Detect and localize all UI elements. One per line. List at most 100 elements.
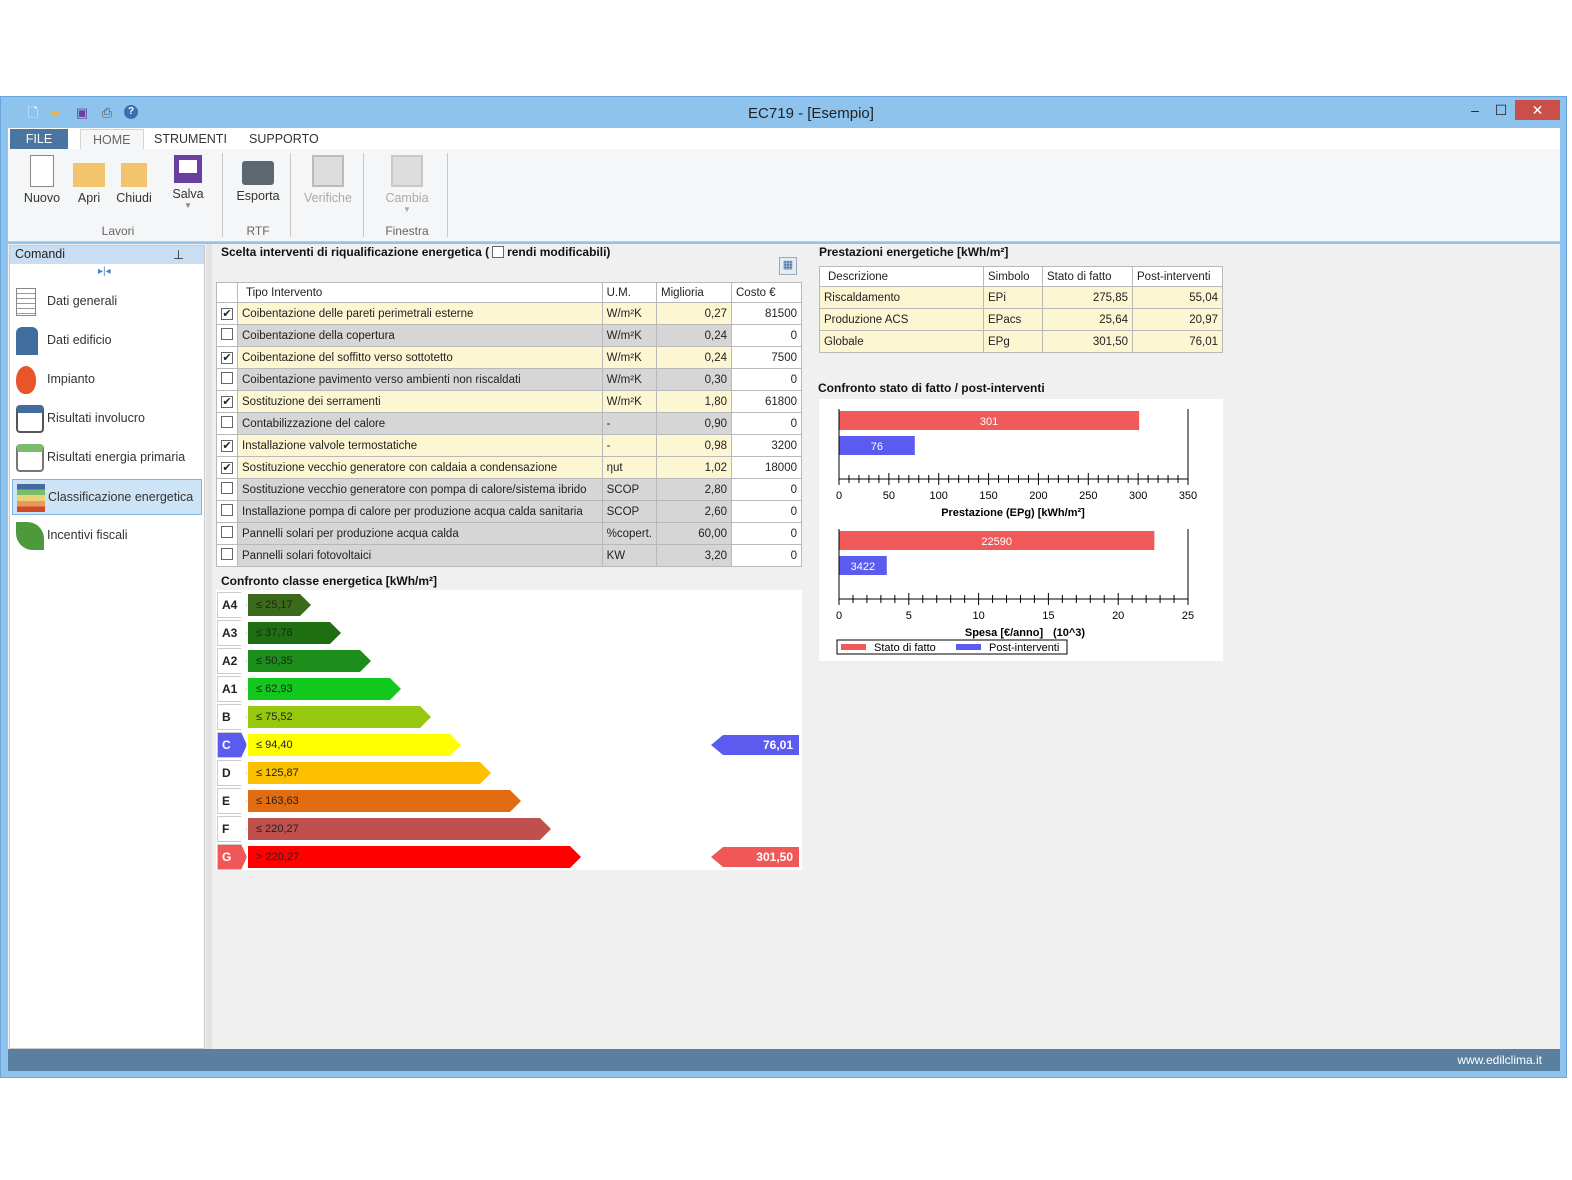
row-checkbox-cell[interactable]: ✔ [216,302,238,325]
row-checkbox-cell[interactable] [216,522,238,545]
table-row[interactable]: Coibentazione pavimento verso ambienti n… [216,368,802,391]
save-button[interactable]: Salva ▼ [168,155,208,210]
table-row[interactable]: ✔ Coibentazione delle pareti perimetrali… [216,302,802,325]
sidebar: Comandi ⊥ ▸|◂ Dati generali Dati edificio… [9,245,205,1049]
table-row[interactable]: ✔ Sostituzione vecchio generatore con ca… [216,456,802,479]
maximize-button[interactable]: ☐ [1489,100,1513,120]
row-checkbox-cell[interactable] [216,478,238,501]
table-row[interactable]: ✔ Installazione valvole termostatiche - … [216,434,802,457]
row-checkbox[interactable]: ✔ [221,395,233,408]
cell-costo[interactable]: 18000 [731,456,802,479]
cell-miglioria[interactable]: 0,90 [656,412,732,435]
row-checkbox[interactable] [221,548,233,560]
row-checkbox[interactable]: ✔ [221,439,233,452]
editable-checkbox[interactable] [492,246,505,258]
row-checkbox-cell[interactable]: ✔ [216,390,238,413]
sidebar-item-risultati-energia-primaria[interactable]: Risultati energia primaria [12,440,202,476]
document-icon [16,288,36,316]
row-checkbox[interactable] [221,504,233,516]
table-row[interactable]: Pannelli solari per produzione acqua cal… [216,522,802,545]
open-button[interactable]: Apri [72,155,106,205]
row-checkbox[interactable]: ✔ [221,351,233,364]
cell-costo[interactable]: 7500 [731,346,802,369]
table-row[interactable]: Coibentazione della copertura W/m²K 0,24… [216,324,802,347]
row-checkbox[interactable] [221,416,233,428]
sidebar-splitter[interactable] [206,244,212,1049]
row-checkbox[interactable] [221,482,233,494]
tab-strumenti[interactable]: STRUMENTI [142,129,239,149]
verifiche-button[interactable]: Verifiche [302,155,354,205]
cell-miglioria[interactable]: 60,00 [656,522,732,545]
row-checkbox[interactable]: ✔ [221,307,233,320]
cell-costo[interactable]: 0 [731,324,802,347]
calculator-icon[interactable]: ▦ [779,257,797,275]
pin-icon[interactable]: ⊥ [173,247,184,262]
cell-costo[interactable]: 0 [731,544,802,567]
row-checkbox-cell[interactable] [216,500,238,523]
sidebar-item-dati-generali[interactable]: Dati generali [12,284,202,320]
cell-costo[interactable]: 0 [731,522,802,545]
cell-miglioria[interactable]: 2,60 [656,500,732,523]
cell-costo[interactable]: 0 [731,478,802,501]
website-link[interactable]: www.edilclima.it [1457,1053,1542,1067]
collapse-icon[interactable]: ▸|◂ [98,266,111,277]
close-button[interactable]: ✕ [1515,100,1560,120]
tab-file[interactable]: FILE [10,129,68,149]
cambia-label: Cambia [385,191,429,205]
cell-miglioria[interactable]: 1,80 [656,390,732,413]
cell-costo[interactable]: 0 [731,412,802,435]
table-row[interactable]: ✔ Sostituzione dei serramenti W/m²K 1,80… [216,390,802,413]
row-checkbox[interactable] [221,372,233,384]
table-row[interactable]: ✔ Coibentazione del soffitto verso sotto… [216,346,802,369]
cell-miglioria[interactable]: 0,30 [656,368,732,391]
sidebar-item-classificazione-energetica[interactable]: Classificazione energetica [12,479,202,515]
cell-costo[interactable]: 0 [731,500,802,523]
cell-miglioria[interactable]: 3,20 [656,544,732,567]
sidebar-item-impianto[interactable]: Impianto [12,362,202,398]
table-row[interactable]: Pannelli solari fotovoltaici KW 3,20 0 [216,544,802,567]
row-checkbox-cell[interactable] [216,412,238,435]
new-button[interactable]: Nuovo [22,155,62,205]
row-checkbox[interactable]: ✔ [221,461,233,474]
cell-miglioria[interactable]: 0,24 [656,346,732,369]
table-row[interactable]: Installazione pompa di calore per produz… [216,500,802,523]
class-bar-a2: ≤ 50,35 [248,650,371,672]
table-row: Riscaldamento EPi 275,85 55,04 [819,286,1223,309]
energy-class-icon [17,484,45,512]
col-costo: Costo € [731,282,802,303]
sidebar-item-incentivi-fiscali[interactable]: Incentivi fiscali [12,518,202,554]
cell-costo[interactable]: 3200 [731,434,802,457]
row-checkbox[interactable] [221,328,233,340]
cell-tipo: Sostituzione vecchio generatore con cald… [237,456,603,479]
sidebar-item-risultati-involucro[interactable]: Risultati involucro [12,401,202,437]
tab-supporto[interactable]: SUPPORTO [237,129,331,149]
close-work-button[interactable]: Chiudi [114,155,154,205]
row-checkbox-cell[interactable]: ✔ [216,456,238,479]
row-checkbox-cell[interactable]: ✔ [216,346,238,369]
class-label-d: D [217,760,247,786]
row-checkbox[interactable] [221,526,233,538]
tick-label: 25 [1182,610,1194,622]
cell-costo[interactable]: 0 [731,368,802,391]
class-label-a4: A4 [217,592,247,618]
col-check [216,282,238,303]
tab-home[interactable]: HOME [80,129,144,149]
export-button[interactable]: Esporta [234,155,282,203]
ribbon-tabs: FILE HOME STRUMENTI SUPPORTO [8,128,1560,149]
cell-miglioria[interactable]: 0,27 [656,302,732,325]
row-checkbox-cell[interactable] [216,324,238,347]
cambia-button[interactable]: Cambia ▼ [384,155,430,214]
cell-costo[interactable]: 61800 [731,390,802,413]
row-checkbox-cell[interactable] [216,544,238,567]
cell-miglioria[interactable]: 0,98 [656,434,732,457]
table-row[interactable]: Contabilizzazione del calore - 0,90 0 [216,412,802,435]
row-checkbox-cell[interactable] [216,368,238,391]
table-row[interactable]: Sostituzione vecchio generatore con pomp… [216,478,802,501]
cell-costo[interactable]: 81500 [731,302,802,325]
cell-miglioria[interactable]: 0,24 [656,324,732,347]
cell-miglioria[interactable]: 1,02 [656,456,732,479]
row-checkbox-cell[interactable]: ✔ [216,434,238,457]
sidebar-item-dati-edificio[interactable]: Dati edificio [12,323,202,359]
cell-miglioria[interactable]: 2,80 [656,478,732,501]
minimize-button[interactable]: – [1463,100,1487,120]
